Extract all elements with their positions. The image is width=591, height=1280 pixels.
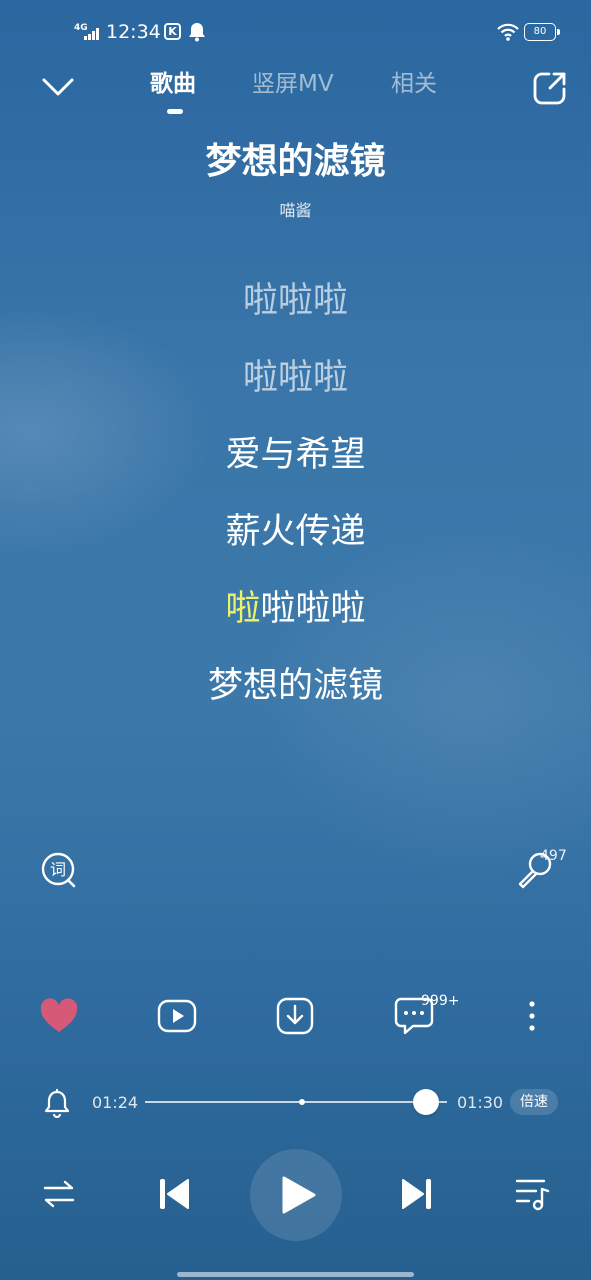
current-lyric-line[interactable]: 啦啦啦啦: [0, 587, 591, 631]
video-play-icon[interactable]: [156, 995, 198, 1037]
lyric-unsung-portion: 啦啦啦: [260, 589, 366, 629]
lyric-line[interactable]: 啦啦啦: [0, 279, 591, 323]
lyric-search-icon[interactable]: 词: [40, 851, 78, 889]
wifi-icon: [497, 23, 519, 41]
tab-related[interactable]: 相关: [391, 68, 437, 100]
current-time: 01:24: [92, 1093, 139, 1112]
lyric-line[interactable]: 啦啦啦: [0, 356, 591, 400]
like-heart-icon[interactable]: [38, 995, 80, 1037]
status-time: 12:34: [106, 21, 161, 43]
notification-icon: [189, 23, 205, 42]
progress-bar[interactable]: [145, 1089, 447, 1115]
play-icon: [282, 1176, 316, 1214]
lyric-sung-portion: 啦: [225, 589, 261, 629]
tab-vertical-mv[interactable]: 竖屏MV: [252, 68, 334, 100]
play-button[interactable]: [250, 1149, 342, 1241]
progress-thumb[interactable]: [412, 1089, 439, 1115]
svg-text:词: 词: [50, 860, 66, 879]
lyric-line[interactable]: 爱与希望: [0, 433, 591, 477]
song-title: 梦想的滤镜: [205, 141, 386, 182]
tab-song[interactable]: 歌曲: [150, 68, 196, 100]
battery-indicator: 80: [524, 23, 560, 41]
comment-count: 999+: [421, 993, 460, 1009]
collapse-chevron-icon[interactable]: [38, 70, 78, 104]
repeat-mode-icon[interactable]: [42, 1177, 76, 1211]
ringtone-bell-icon[interactable]: [44, 1088, 70, 1118]
share-icon[interactable]: [532, 70, 568, 106]
active-tab-indicator: [167, 109, 183, 114]
total-time: 01:30: [457, 1093, 504, 1112]
previous-track-icon[interactable]: [157, 1176, 191, 1212]
signal-icon: [84, 28, 101, 40]
status-bar: 4G 12:34 K 80: [0, 0, 591, 64]
download-icon[interactable]: [274, 995, 316, 1037]
app-notification-icon: K: [164, 23, 181, 40]
artist-name[interactable]: 喵酱: [0, 200, 591, 222]
lyric-line[interactable]: 薪火传递: [0, 510, 591, 554]
climax-marker: [299, 1099, 306, 1105]
more-options-icon[interactable]: [511, 995, 553, 1037]
home-indicator[interactable]: [177, 1272, 414, 1277]
next-track-icon[interactable]: [400, 1176, 434, 1212]
lyric-line[interactable]: 梦想的滤镜: [0, 664, 591, 708]
playback-speed-button[interactable]: 倍速: [510, 1089, 558, 1115]
playlist-icon[interactable]: [514, 1176, 552, 1212]
karaoke-count: 497: [540, 848, 567, 864]
